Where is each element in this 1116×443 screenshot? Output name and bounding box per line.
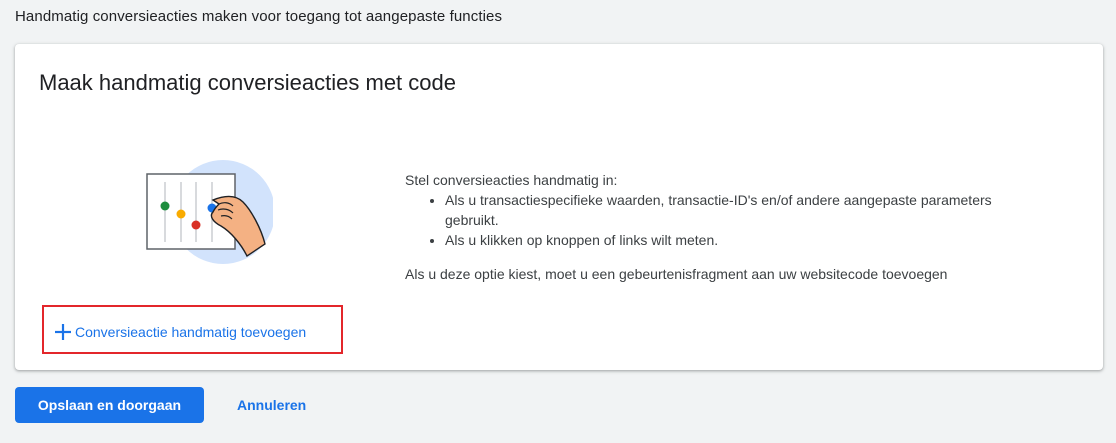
description: Stel conversieacties handmatig in: Als u…	[405, 170, 1045, 284]
section-title: Handmatig conversieacties maken voor toe…	[15, 8, 503, 25]
plus-icon	[55, 324, 71, 340]
list-item: Als u klikken op knoppen of links wilt m…	[445, 230, 1045, 250]
save-and-continue-button[interactable]: Opslaan en doorgaan	[15, 387, 204, 423]
description-list: Als u transactiespecifieke waarden, tran…	[405, 190, 1045, 250]
description-intro: Stel conversieacties handmatig in:	[405, 172, 618, 188]
manual-conversion-card: Maak handmatig conversieacties met code …	[15, 44, 1103, 370]
add-conversion-action-label: Conversieactie handmatig toevoegen	[75, 324, 307, 340]
card-title: Maak handmatig conversieacties met code	[39, 70, 456, 95]
add-conversion-action-link[interactable]: Conversieactie handmatig toevoegen	[53, 322, 306, 342]
description-note: Als u deze optie kiest, moet u een gebeu…	[405, 266, 948, 282]
list-item: Als u transactiespecifieke waarden, tran…	[445, 190, 1045, 230]
equalizer-hand-illustration	[146, 160, 273, 264]
cancel-button[interactable]: Annuleren	[225, 387, 318, 423]
